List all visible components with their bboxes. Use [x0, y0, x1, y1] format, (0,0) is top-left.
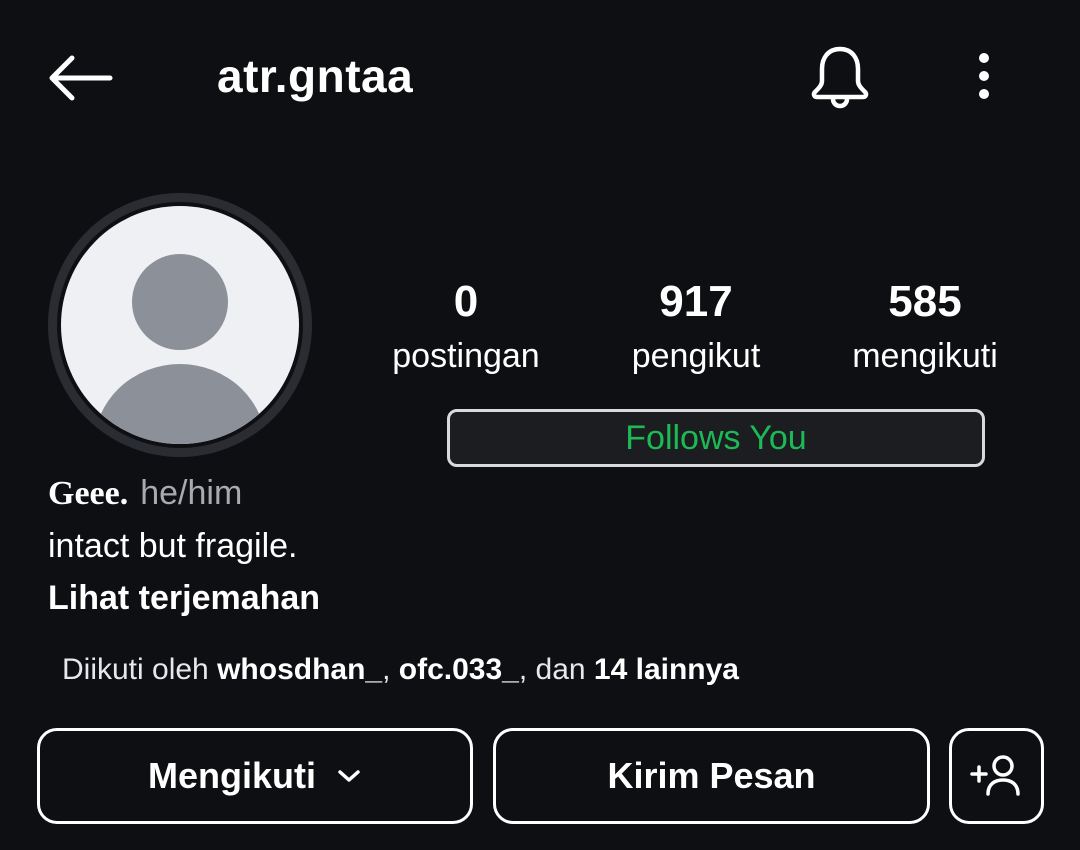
vertical-ellipsis-icon	[979, 53, 989, 99]
send-message-button[interactable]: Kirim Pesan	[493, 728, 930, 824]
display-name: Geee.	[48, 475, 129, 512]
stat-followers[interactable]: 917 pengikut	[596, 276, 796, 380]
see-translation-link[interactable]: Lihat terjemahan	[48, 573, 748, 623]
avatar[interactable]	[48, 193, 312, 457]
followed-by-separator-2: , dan	[518, 653, 594, 686]
stat-followers-label: pengikut	[631, 337, 761, 375]
more-options-button[interactable]	[960, 44, 1008, 108]
followed-by-user-2: ofc.033_	[398, 653, 519, 686]
followed-by-prefix: Diikuti oleh	[62, 653, 218, 686]
stat-posts-value: 0	[453, 277, 479, 326]
following-button-label: Mengikuti	[148, 755, 316, 796]
bio-text: intact but fragile.	[48, 527, 298, 565]
stat-following-label: mengikuti	[852, 337, 998, 375]
profile-username: atr.gntaa	[217, 50, 414, 102]
followed-by-separator-1: ,	[382, 653, 399, 686]
stat-posts-label: postingan	[392, 337, 540, 375]
followed-by-user-1: whosdhan_	[217, 653, 383, 686]
follows-you-badge: Follows You	[447, 409, 985, 467]
bio-section: Geee. he/him intact but fragile. Lihat te…	[48, 468, 748, 623]
add-user-button[interactable]	[949, 728, 1044, 824]
notification-button[interactable]	[802, 38, 878, 114]
followed-by-text[interactable]: Diikuti oleh whosdhan_, ofc.033_, dan 14…	[62, 650, 739, 690]
send-message-label: Kirim Pesan	[607, 755, 816, 796]
back-button[interactable]	[44, 48, 124, 108]
pronouns: he/him	[140, 474, 243, 512]
profile-screen: atr.gntaa 0 postingan 917 pengikut 585 m…	[0, 0, 1080, 850]
followed-by-others: 14 lainnya	[593, 653, 739, 686]
bell-icon	[811, 46, 869, 109]
stat-following-value: 585	[888, 277, 962, 326]
default-avatar-icon	[61, 206, 299, 444]
add-person-icon	[969, 755, 1020, 796]
chevron-down-icon	[336, 768, 362, 784]
following-button[interactable]: Mengikuti	[37, 728, 473, 824]
arrow-left-icon	[49, 55, 113, 101]
stat-followers-value: 917	[659, 277, 733, 326]
stat-following[interactable]: 585 mengikuti	[825, 276, 1025, 380]
stat-posts[interactable]: 0 postingan	[366, 276, 566, 380]
